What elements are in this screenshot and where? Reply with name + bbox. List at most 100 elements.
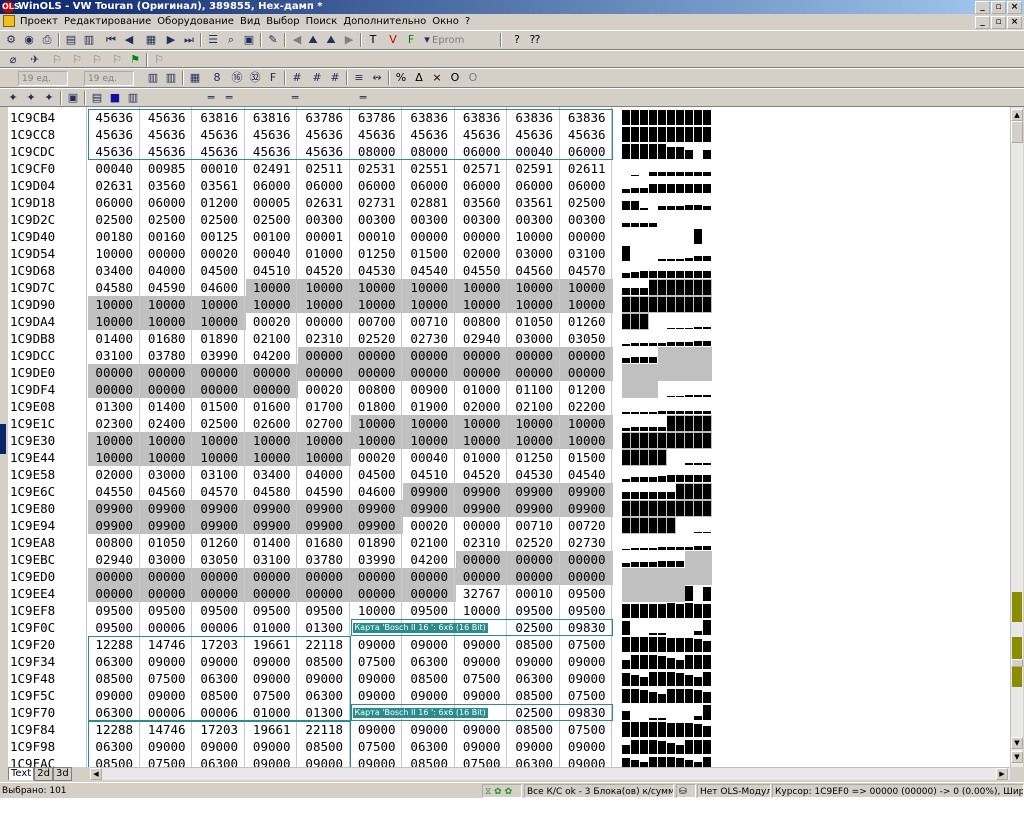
hex-cell[interactable]: 09900 xyxy=(350,500,403,517)
hex-cell[interactable]: 09900 xyxy=(508,500,561,517)
hex-cell[interactable]: 10000 xyxy=(88,432,141,449)
hex-cell[interactable]: 02730 xyxy=(403,330,456,347)
hex-cell[interactable]: 02500 xyxy=(246,211,299,228)
hex-cell[interactable]: 06000 xyxy=(351,177,404,194)
hex-cell[interactable]: 02310 xyxy=(456,534,509,551)
hex-cell[interactable]: 04520 xyxy=(456,466,509,483)
hex-cell[interactable]: 00040 xyxy=(246,245,299,262)
bits16-icon[interactable]: ⑯ xyxy=(230,71,244,85)
hex-cell[interactable]: 09000 xyxy=(456,636,509,653)
document-icon[interactable] xyxy=(3,15,15,27)
hex-cell[interactable]: 09500 xyxy=(508,602,561,619)
menu-item[interactable]: Вид xyxy=(240,16,260,27)
hex-cell[interactable]: 03990 xyxy=(351,551,404,568)
hex-cell[interactable]: 00000 xyxy=(245,585,298,602)
delta-icon[interactable]: Δ xyxy=(412,71,426,85)
map-icon[interactable]: ⛰ xyxy=(306,33,320,47)
scroll-left-button[interactable]: ◀ xyxy=(90,768,102,780)
hex-cell[interactable]: 10000 xyxy=(560,432,613,449)
hex-cell[interactable]: 00710 xyxy=(403,313,456,330)
project-icon[interactable]: ⚙ xyxy=(4,33,18,47)
hex-cell[interactable]: 10000 xyxy=(508,415,561,432)
hex-cell[interactable]: 09000 xyxy=(456,721,509,738)
minimize-button[interactable]: _ xyxy=(975,1,990,14)
hex-cell[interactable]: 01250 xyxy=(351,245,404,262)
hex-cell[interactable]: 10000 xyxy=(140,313,193,330)
hex-cell[interactable]: 04530 xyxy=(508,466,561,483)
hex-cell[interactable]: 10000 xyxy=(508,432,561,449)
hex-cell[interactable]: 02940 xyxy=(88,551,141,568)
hex-cell[interactable]: 01000 xyxy=(456,449,509,466)
hex-cell[interactable]: 03561 xyxy=(193,177,246,194)
tool4-icon[interactable]: ▣ xyxy=(66,91,80,105)
hex-cell[interactable]: 03561 xyxy=(508,194,561,211)
hex-cell[interactable]: 07500 xyxy=(351,738,404,755)
hex-cell[interactable]: 10000 xyxy=(140,296,193,313)
hex-cell[interactable]: 10000 xyxy=(455,279,508,296)
columns-icon[interactable]: ▥ xyxy=(146,71,160,85)
hex-cell[interactable]: 08500 xyxy=(403,670,456,687)
hex-cell[interactable]: 09900 xyxy=(350,517,403,534)
hex-cell[interactable]: 01300 xyxy=(298,619,351,636)
divider-handle-icon[interactable]: ═ xyxy=(204,91,218,105)
hex-cell[interactable]: 10000 xyxy=(456,602,509,619)
hex-cell[interactable]: 09000 xyxy=(403,721,456,738)
hex-cell[interactable]: 10000 xyxy=(508,296,561,313)
hex-cell[interactable]: 09900 xyxy=(88,517,141,534)
scroll-up-button[interactable]: ▲ xyxy=(1011,109,1023,121)
hex-cell[interactable]: 09000 xyxy=(351,670,404,687)
hex-cell[interactable]: 09500 xyxy=(561,585,614,602)
hex-cell[interactable]: 01200 xyxy=(561,381,614,398)
hex-cell[interactable]: 00000 xyxy=(140,381,193,398)
hex-cell[interactable]: 00006 xyxy=(141,619,194,636)
hex-cell[interactable]: 04550 xyxy=(88,483,141,500)
hex-cell[interactable]: 09900 xyxy=(298,517,351,534)
org2-icon[interactable]: O xyxy=(466,71,480,85)
hex-cell[interactable]: 00300 xyxy=(351,211,404,228)
hex-cell[interactable]: 01500 xyxy=(403,245,456,262)
hex-cell[interactable]: 09000 xyxy=(561,738,614,755)
left-panel-handle[interactable] xyxy=(0,424,6,454)
hex-cell[interactable]: 10000 xyxy=(560,296,613,313)
map-region-outline[interactable] xyxy=(88,636,351,721)
hex-cell[interactable]: 09000 xyxy=(561,755,614,767)
hex-cell[interactable]: 06000 xyxy=(403,177,456,194)
hex-cell[interactable]: 00000 xyxy=(193,381,246,398)
hex-cell[interactable]: 10000 xyxy=(88,449,141,466)
hex-cell[interactable]: 03400 xyxy=(88,262,141,279)
hex-cell[interactable]: 10000 xyxy=(193,296,246,313)
hex-cell[interactable]: 00000 xyxy=(403,585,456,602)
hex-cell[interactable]: 09900 xyxy=(193,517,246,534)
hex-cell[interactable]: 10000 xyxy=(193,449,246,466)
hex-dump-view[interactable]: 1C9CB4 1C9CC8 1C9CDC 1C9CF0 1C9D04 1C9D18 1C9D… xyxy=(8,107,1010,767)
hex-cell[interactable]: 10000 xyxy=(298,279,351,296)
hex-cell[interactable]: 03560 xyxy=(141,177,194,194)
hex-cell[interactable]: 00010 xyxy=(193,160,246,177)
hex-cell[interactable]: 02940 xyxy=(456,330,509,347)
hex-cell[interactable]: 00020 xyxy=(246,313,299,330)
hex-cell[interactable]: 09000 xyxy=(351,755,404,767)
hex-cell[interactable]: 00006 xyxy=(193,619,246,636)
hex-cell[interactable]: 01900 xyxy=(403,398,456,415)
hex-cell[interactable]: 00300 xyxy=(298,211,351,228)
hex-cell[interactable]: 04540 xyxy=(561,466,614,483)
position-marker[interactable] xyxy=(1011,659,1023,667)
flag-icon[interactable]: ⚐ xyxy=(50,53,64,67)
hex-cell[interactable]: 00000 xyxy=(403,568,456,585)
hex-cell[interactable]: 01680 xyxy=(141,330,194,347)
hex-cell[interactable]: 00000 xyxy=(560,568,613,585)
hex-cell[interactable]: 07500 xyxy=(456,755,509,767)
hex-cell[interactable]: 03000 xyxy=(508,245,561,262)
hex-cell[interactable]: 07500 xyxy=(561,721,614,738)
hex-cell[interactable]: 00000 xyxy=(140,364,193,381)
hex-cell[interactable]: 10000 xyxy=(350,432,403,449)
hex-cell[interactable]: 00000 xyxy=(298,364,351,381)
vertical-scrollbar[interactable]: ▲ ▼ ▼ xyxy=(1010,107,1023,767)
hex-cell[interactable]: 01100 xyxy=(508,381,561,398)
hex-cell[interactable]: 02730 xyxy=(561,534,614,551)
hex-cell[interactable]: 09000 xyxy=(561,670,614,687)
hex-cell[interactable]: 00000 xyxy=(455,551,508,568)
hex-cell[interactable]: 10000 xyxy=(140,432,193,449)
hex-cell[interactable]: 04520 xyxy=(298,262,351,279)
open-icon[interactable]: ◉ xyxy=(22,33,36,47)
